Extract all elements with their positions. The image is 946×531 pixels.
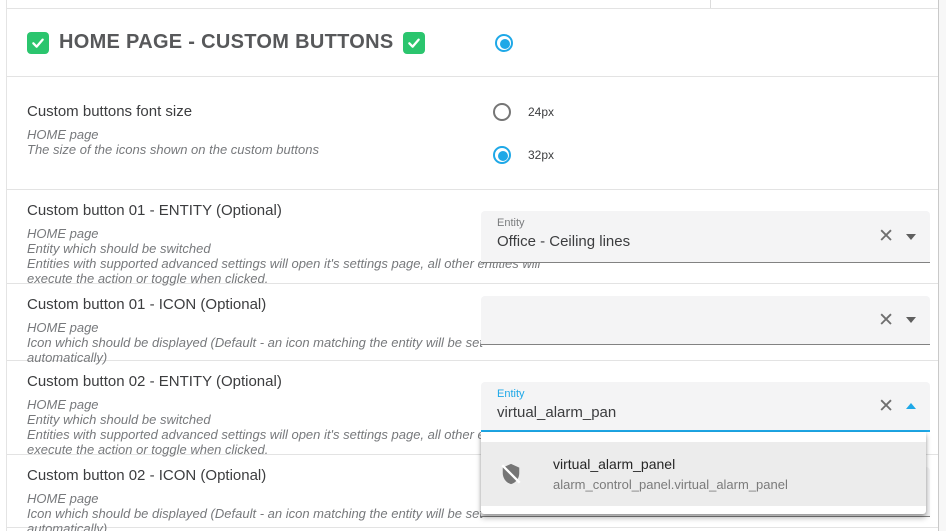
- caret-down-icon[interactable]: [906, 233, 916, 240]
- check-icon: [408, 38, 421, 48]
- font-size-text: Custom buttons font size HOME page The s…: [7, 77, 938, 157]
- radio-label: 24px: [528, 105, 555, 119]
- shield-off-icon: [501, 463, 521, 485]
- entity-dropdown: virtual_alarm_panel alarm_control_panel.…: [481, 432, 926, 514]
- field-label: Entity: [497, 388, 525, 400]
- radio-option-24px[interactable]: 24px: [493, 103, 554, 121]
- checked-checkbox-icon[interactable]: [403, 31, 426, 54]
- field-label: Entity: [497, 217, 525, 229]
- clear-icon[interactable]: ✕: [878, 311, 894, 330]
- icon-field-button01[interactable]: ✕: [481, 296, 930, 345]
- entity-name: virtual_alarm_panel: [553, 456, 676, 472]
- dropdown-item-texts: virtual_alarm_panel alarm_control_panel.…: [553, 456, 788, 492]
- radio-button-32px[interactable]: [493, 146, 511, 164]
- radio-option-32px[interactable]: 32px: [493, 146, 554, 164]
- caret-down-icon[interactable]: [906, 317, 916, 323]
- radio-button-24px[interactable]: [493, 103, 511, 121]
- clear-icon[interactable]: ✕: [878, 227, 894, 246]
- font-size-section: Custom buttons font size HOME page The s…: [7, 77, 938, 190]
- checked-checkbox-icon[interactable]: [27, 31, 49, 54]
- dropdown-item-virtual-alarm-panel[interactable]: virtual_alarm_panel alarm_control_panel.…: [481, 442, 926, 506]
- field-value[interactable]: Office - Ceiling lines: [497, 233, 930, 250]
- field-value[interactable]: virtual_alarm_pan: [497, 404, 930, 421]
- entity-field-button01[interactable]: Entity Office - Ceiling lines ✕: [481, 211, 930, 263]
- check-icon: [32, 38, 44, 48]
- settings-page: HOME PAGE - CUSTOM BUTTONS Custom button…: [0, 0, 946, 531]
- entity-field-button02[interactable]: Entity virtual_alarm_pan ✕: [481, 382, 930, 432]
- section-description: The size of the icons shown on the custo…: [27, 142, 319, 157]
- page-title: HOME PAGE - CUSTOM BUTTONS: [59, 31, 394, 53]
- section-subtitle: HOME page: [27, 127, 99, 142]
- caret-up-icon[interactable]: [906, 403, 916, 409]
- top-divider-tick: [710, 0, 711, 8]
- clear-icon[interactable]: ✕: [878, 397, 894, 416]
- entity-id: alarm_control_panel.virtual_alarm_panel: [553, 477, 788, 492]
- section-description: automatically): [27, 521, 108, 531]
- section-title: Custom buttons font size: [27, 103, 193, 120]
- header-radio-button[interactable]: [495, 34, 513, 52]
- header-row: HOME PAGE - CUSTOM BUTTONS: [7, 9, 938, 76]
- radio-label: 32px: [528, 148, 555, 162]
- vertical-scrollbar[interactable]: [938, 0, 946, 531]
- header-section: HOME PAGE - CUSTOM BUTTONS: [7, 8, 938, 77]
